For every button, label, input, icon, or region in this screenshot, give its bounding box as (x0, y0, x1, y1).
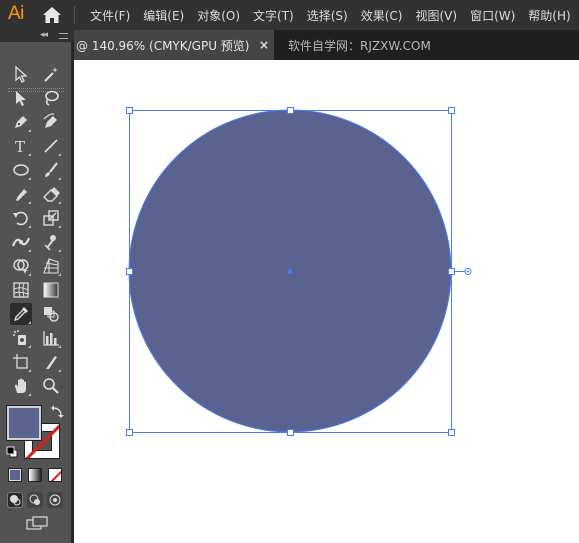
draw-normal-button[interactable] (7, 492, 23, 508)
menu-view[interactable]: 视图(V) (415, 7, 457, 24)
app-logo: Ai (8, 3, 24, 24)
close-tab-icon[interactable]: × (259, 38, 269, 52)
none-slash-icon (50, 470, 61, 481)
swap-fill-stroke-icon[interactable] (50, 405, 64, 419)
gradient-tool-icon[interactable] (40, 279, 62, 301)
mesh-tool-icon[interactable] (10, 279, 32, 301)
rotate-tool-icon[interactable] (10, 207, 32, 229)
hand-tool-icon[interactable] (10, 375, 32, 397)
none-mode-button[interactable] (48, 468, 62, 482)
document-tab-bar: @ 140.96% (CMYK/GPU 预览) × 软件自学网：RJZXW.CO… (74, 30, 579, 60)
artboard-canvas[interactable] (74, 60, 579, 543)
curvature-tool-icon[interactable] (40, 111, 62, 133)
document-tab-active[interactable]: @ 140.96% (CMYK/GPU 预览) (74, 30, 274, 60)
pen-tool-icon[interactable] (10, 111, 32, 133)
magic-wand-tool-icon[interactable] (40, 63, 62, 85)
shaper-tool-icon[interactable] (10, 183, 32, 205)
fill-color-swatch[interactable] (7, 406, 41, 440)
menu-bar: Ai 文件(F) 编辑(E) 对象(O) 文字(T) 选择(S) 效果(C) 视… (0, 0, 579, 30)
type-tool-icon[interactable]: T (10, 135, 32, 157)
zoom-tool-icon[interactable] (40, 375, 62, 397)
selection-tool-icon[interactable] (10, 63, 32, 85)
draw-behind-icon (29, 494, 40, 505)
draw-normal-icon (10, 495, 21, 506)
eraser-tool-icon[interactable] (40, 183, 62, 205)
draw-inside-button[interactable] (47, 492, 63, 508)
draw-inside-icon (49, 494, 61, 506)
color-mode-button[interactable] (8, 468, 22, 482)
document-tab-inactive[interactable]: 软件自学网：RJZXW.COM (288, 30, 431, 60)
document-tab-title: @ 140.96% (CMYK/GPU 预览) (76, 38, 250, 53)
menu-object[interactable]: 对象(O) (197, 7, 240, 24)
default-fill-stroke-icon[interactable] (6, 446, 18, 458)
svg-text:T: T (15, 138, 25, 155)
menu-effect[interactable]: 效果(C) (361, 7, 403, 24)
direct-selection-tool-icon[interactable] (10, 87, 32, 109)
menu-type[interactable]: 文字(T) (253, 7, 294, 24)
screen-mode-icon[interactable] (26, 516, 48, 530)
scale-tool-icon[interactable] (40, 207, 62, 229)
menu-edit[interactable]: 编辑(E) (143, 7, 184, 24)
puppet-warp-tool-icon[interactable] (40, 231, 62, 253)
width-tool-icon[interactable] (10, 231, 32, 253)
paintbrush-tool-icon[interactable] (40, 159, 62, 181)
gradient-mode-button[interactable] (28, 468, 42, 482)
menu-file[interactable]: 文件(F) (90, 7, 130, 24)
perspective-grid-tool-icon[interactable] (40, 255, 62, 277)
toolbar-menu-icon[interactable] (59, 33, 68, 39)
slice-tool-icon[interactable] (40, 351, 62, 373)
draw-behind-button[interactable] (27, 492, 43, 508)
menu-window[interactable]: 窗口(W) (470, 7, 515, 24)
menu-separator (74, 6, 75, 24)
menu-select[interactable]: 选择(S) (307, 7, 348, 24)
toolbar-collapse-icon[interactable]: ◂◂ (40, 30, 48, 41)
shape-builder-tool-icon[interactable] (10, 255, 32, 277)
symbol-sprayer-tool-icon[interactable] (10, 327, 32, 349)
menu-help[interactable]: 帮助(H) (528, 7, 570, 24)
blend-tool-icon[interactable] (40, 303, 62, 325)
column-graph-tool-icon[interactable] (40, 327, 62, 349)
artboard-tool-icon[interactable] (10, 351, 32, 373)
line-segment-tool-icon[interactable] (40, 135, 62, 157)
menu-list: 文件(F) 编辑(E) 对象(O) 文字(T) 选择(S) 效果(C) 视图(V… (90, 0, 579, 30)
eyedropper-tool-icon[interactable] (10, 303, 32, 325)
home-icon[interactable] (42, 6, 62, 24)
document-tab-watermark: 软件自学网：RJZXW.COM (288, 38, 431, 53)
lasso-tool-icon[interactable] (40, 87, 62, 109)
ellipse-tool-icon[interactable] (10, 159, 32, 181)
